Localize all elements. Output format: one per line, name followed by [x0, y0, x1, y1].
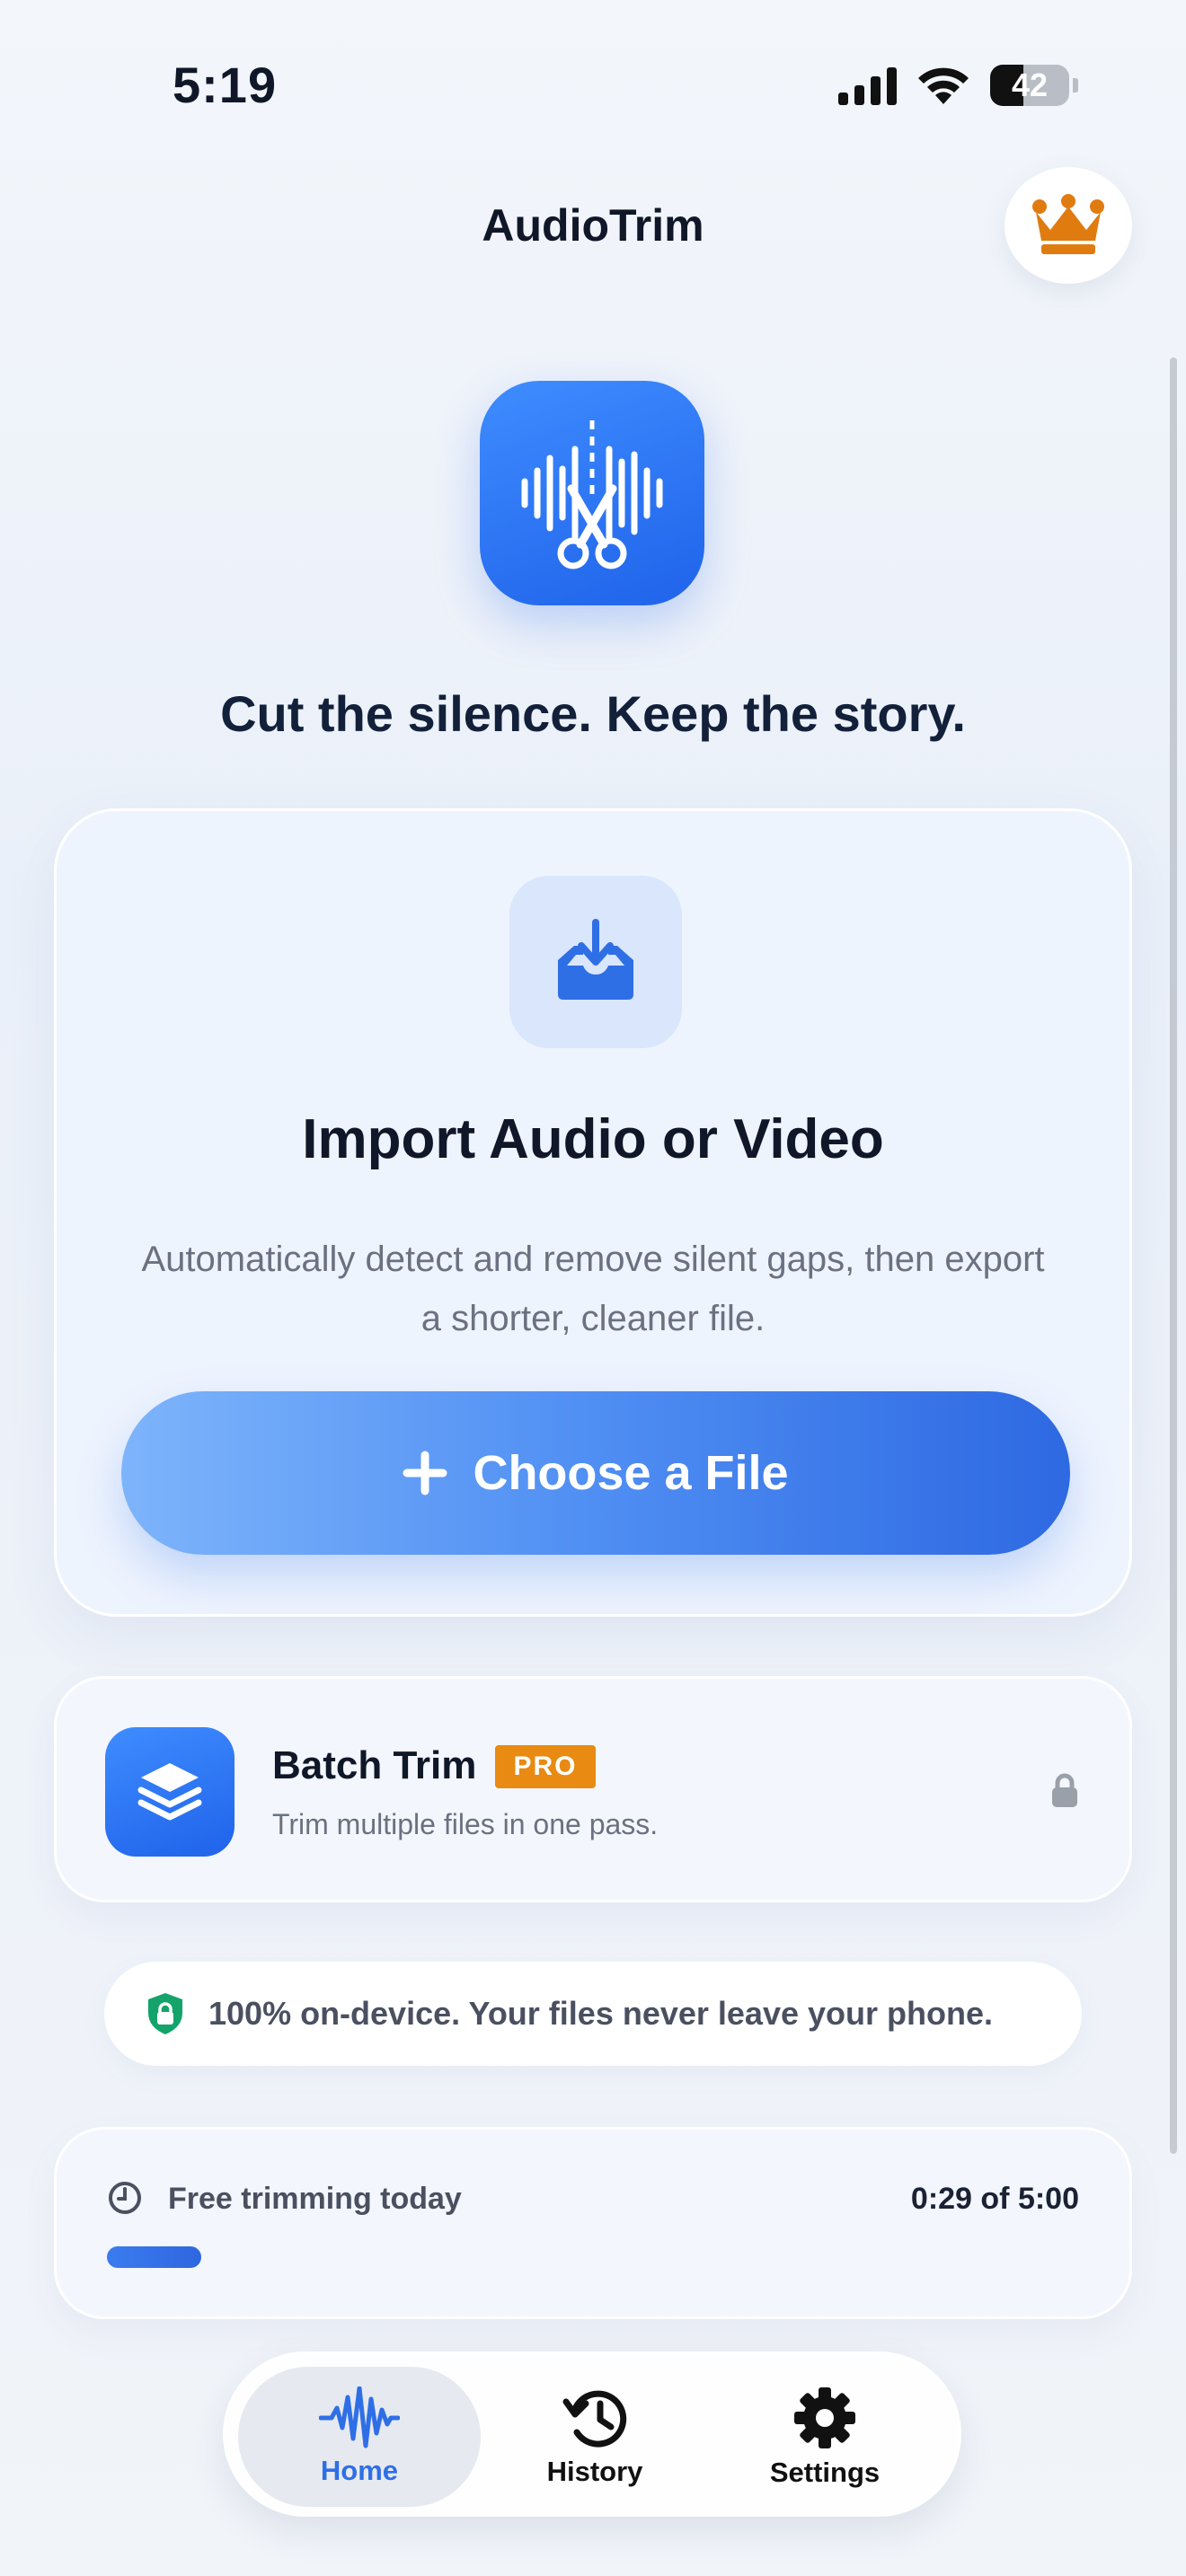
tab-settings[interactable]: Settings — [704, 2367, 946, 2507]
waveform-scissors-icon — [480, 381, 704, 605]
gear-icon — [794, 2387, 855, 2448]
import-title: Import Audio or Video — [302, 1108, 884, 1170]
tab-home[interactable]: Home — [238, 2367, 481, 2507]
tab-bar: Home History Settings — [223, 2351, 961, 2517]
pro-badge: PRO — [495, 1745, 596, 1788]
tray-download-icon — [509, 876, 682, 1048]
tab-settings-label: Settings — [769, 2457, 881, 2488]
choose-file-button[interactable]: Choose a File — [121, 1391, 1070, 1555]
tagline: Cut the silence. Keep the story. — [220, 685, 966, 742]
batch-trim-card[interactable]: Batch Trim PRO Trim multiple files in on… — [54, 1676, 1132, 1902]
wifi-icon — [918, 67, 969, 104]
battery-icon: 42 — [990, 65, 1069, 106]
usage-value: 0:29 of 5:00 — [910, 2182, 1079, 2216]
status-icons: 42 — [838, 65, 1078, 106]
usage-label: Free trimming today — [168, 2182, 462, 2216]
plus-icon — [403, 1451, 447, 1495]
waveform-icon — [319, 2386, 400, 2448]
usage-progress-fill — [107, 2246, 201, 2268]
tab-home-label: Home — [320, 2455, 399, 2486]
tab-history[interactable]: History — [474, 2367, 716, 2507]
history-icon — [562, 2390, 627, 2448]
scrollbar[interactable] — [1170, 357, 1177, 2154]
status-time: 5:19 — [173, 57, 278, 113]
import-card: Import Audio or Video Automatically dete… — [54, 808, 1132, 1617]
usage-card: Free trimming today 0:29 of 5:00 — [54, 2127, 1132, 2319]
clock-icon — [109, 2182, 141, 2214]
lock-icon — [1052, 1773, 1077, 1807]
batch-trim-title: Batch Trim — [272, 1743, 477, 1787]
privacy-notice: 100% on-device. Your files never leave y… — [104, 1962, 1082, 2066]
crown-icon — [1032, 194, 1104, 254]
battery-level: 42 — [1011, 66, 1049, 103]
choose-file-label: Choose a File — [473, 1446, 789, 1500]
layers-icon — [105, 1727, 235, 1857]
shield-lock-icon — [148, 1993, 182, 2034]
usage-progress-bar — [107, 2246, 1079, 2268]
cellular-signal-icon — [838, 66, 897, 105]
batch-trim-subtitle: Trim multiple files in one pass. — [272, 1808, 659, 1840]
tab-history-label: History — [546, 2456, 643, 2487]
import-description: Automatically detect and remove silent g… — [141, 1239, 1045, 1338]
home-screen: 5:19 42 AudioTrim Cut the silence. Keep … — [0, 0, 1186, 2576]
privacy-text: 100% on-device. Your files never leave y… — [208, 1995, 993, 2032]
premium-button[interactable] — [1005, 167, 1132, 284]
